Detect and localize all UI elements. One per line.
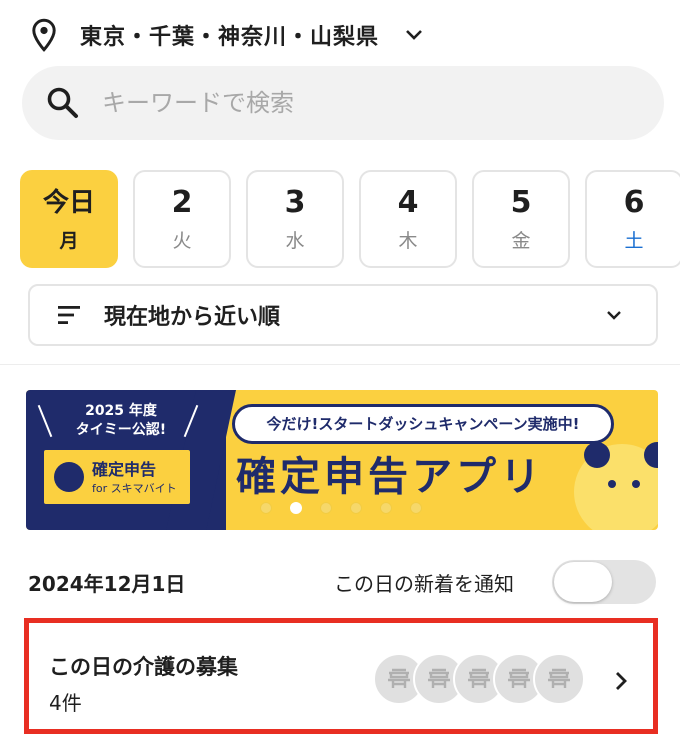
building-icon [428, 668, 450, 688]
notify-toggle[interactable] [552, 560, 656, 604]
job-card-title: この日の介護の募集 [49, 655, 238, 679]
date-tab-day: 3 [284, 185, 306, 220]
date-tab-weekday: 月 [59, 230, 79, 252]
banner-year-line2: タイミー公認! [75, 422, 167, 438]
banner-year-text: 2025 年度 タイミー公認! [26, 402, 216, 440]
date-tab-weekday: 土 [624, 230, 644, 252]
mascot-eye [608, 480, 616, 488]
date-tab-weekday: 木 [398, 230, 418, 252]
carousel-dot-active[interactable] [290, 502, 302, 514]
section-divider [0, 364, 680, 365]
search-bar[interactable] [22, 66, 664, 140]
notify-label: この日の新着を通知 [334, 572, 514, 596]
carousel-dot[interactable] [410, 502, 422, 514]
mascot-eye [632, 480, 640, 488]
building-icon [388, 668, 410, 688]
date-tab-weekday: 火 [172, 230, 192, 252]
sort-icon [58, 306, 80, 324]
section-date: 2024年12月1日 [28, 572, 186, 596]
building-icon [468, 668, 490, 688]
date-tab-today[interactable]: 今日 月 [20, 170, 118, 268]
carousel-indicator[interactable] [260, 502, 422, 514]
sort-selector[interactable]: 現在地から近い順 [28, 284, 658, 346]
search-icon [47, 87, 78, 118]
search-input[interactable] [102, 89, 582, 117]
date-tab-weekday: 金 [511, 230, 531, 252]
date-tab-day: 5 [510, 185, 532, 220]
banner-year-line1: 2025 年度 [85, 403, 157, 419]
location-pin-icon [32, 18, 56, 52]
facility-avatar [533, 653, 585, 705]
date-tab-3[interactable]: 3 水 [246, 170, 344, 268]
app-logo-title: 確定申告 [92, 460, 157, 479]
day-section-header: 2024年12月1日 この日の新着を通知 [28, 560, 656, 604]
chevron-right-icon [616, 672, 627, 690]
date-tab-6[interactable]: 6 土 [585, 170, 680, 268]
building-icon [548, 668, 570, 688]
sort-label: 現在地から近い順 [104, 305, 281, 330]
mascot-icon [574, 442, 658, 530]
chevron-down-icon [607, 311, 621, 320]
carousel-dot[interactable] [320, 502, 332, 514]
mascot-ear [644, 442, 658, 468]
campaign-pill: 今だけ!スタートダッシュキャンペーン実施中! [232, 404, 614, 444]
building-icon [508, 668, 530, 688]
job-card-count: 4件 [49, 691, 82, 715]
job-category-card[interactable]: この日の介護の募集 4件 [24, 618, 658, 734]
banner-headline: 確定申告アプリ [236, 454, 544, 500]
app-logo-mark-icon [54, 462, 84, 492]
app-logo-sub: for スキマバイト [92, 482, 177, 495]
date-tab-day: 今日 [42, 188, 95, 218]
location-label: 東京・千葉・神奈川・山梨県 [80, 25, 380, 50]
date-tab-day: 4 [397, 185, 419, 220]
date-tab-day: 2 [171, 185, 193, 220]
carousel-dot[interactable] [380, 502, 392, 514]
chevron-down-icon [406, 30, 422, 40]
location-selector[interactable]: 東京・千葉・神奈川・山梨県 [30, 16, 423, 54]
date-tab-day: 6 [623, 185, 645, 220]
date-tab-2[interactable]: 2 火 [133, 170, 231, 268]
toggle-knob [554, 562, 612, 602]
app-logo: 確定申告 for スキマバイト [44, 450, 190, 504]
mascot-ear [584, 442, 610, 468]
date-tab-weekday: 水 [285, 230, 305, 252]
date-tab-4[interactable]: 4 木 [359, 170, 457, 268]
date-tab-5[interactable]: 5 金 [472, 170, 570, 268]
promo-banner[interactable]: 2025 年度 タイミー公認! 確定申告 for スキマバイト 今だけ!スタート… [26, 390, 658, 530]
carousel-dot[interactable] [350, 502, 362, 514]
carousel-dot[interactable] [260, 502, 272, 514]
